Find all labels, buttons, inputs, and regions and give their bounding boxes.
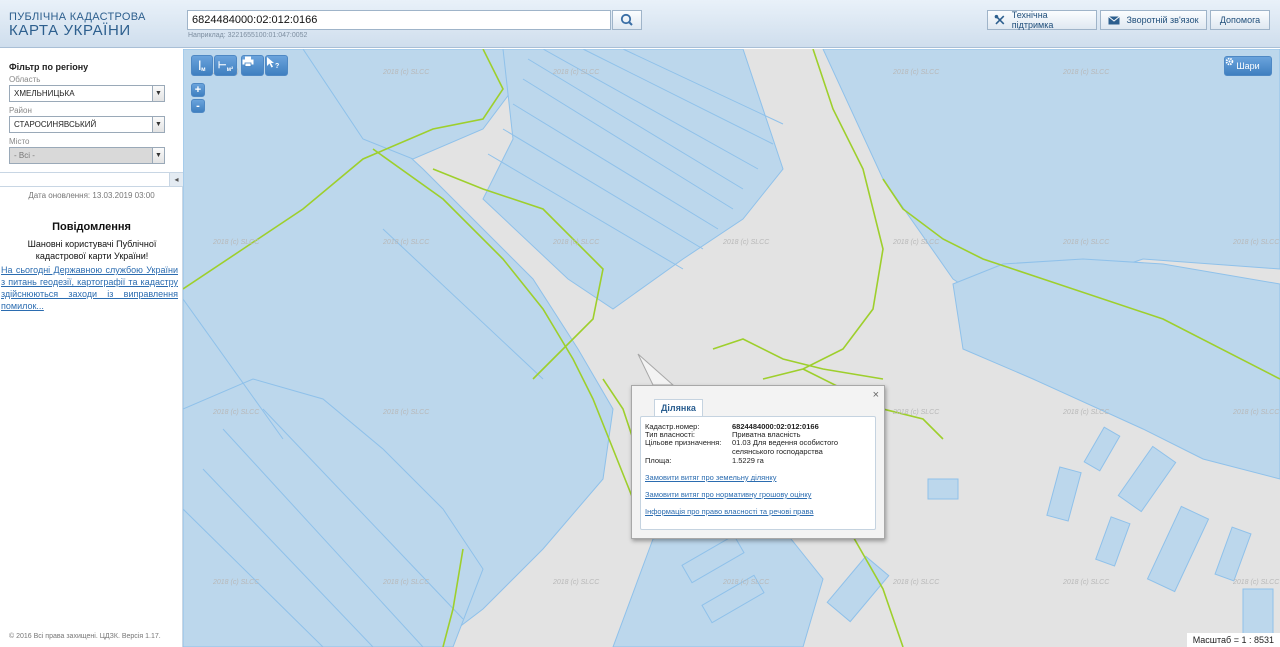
plus-icon: + xyxy=(194,84,202,96)
watermark-text: 2018 (c) SLCC xyxy=(212,579,260,586)
watermark-text: 2018 (c) SLCC xyxy=(722,239,770,246)
watermark-text: 2018 (c) SLCC xyxy=(552,579,600,586)
collapse-bar: ◂ xyxy=(0,172,183,187)
rayon-label: Район xyxy=(9,106,32,115)
ownership-info-link[interactable]: Інформація про право власності та речові… xyxy=(645,507,814,516)
watermark-text: 2018 (c) SLCC xyxy=(382,409,430,416)
notice-link[interactable]: На сьогодні Державною службою України з … xyxy=(1,264,178,312)
scale-indicator: Масштаб = 1 : 8531 xyxy=(1186,633,1280,647)
notice-text: Шановні користувачі Публічної кадастрово… xyxy=(27,239,157,261)
chevron-down-icon: ▼ xyxy=(152,86,164,101)
ruler-tool[interactable]: | м xyxy=(191,55,213,76)
city-select[interactable]: - Всі - ▼ xyxy=(9,147,165,164)
city-label: Місто xyxy=(9,137,30,146)
left-panel: Фільтр по регіону Область ХМЕЛЬНИЦЬКА ▼ … xyxy=(0,49,183,647)
search-button[interactable] xyxy=(612,10,642,30)
purpose-label: Цільове призначення: xyxy=(645,438,722,447)
tab-parcel[interactable]: Ділянка xyxy=(654,399,703,416)
watermark-text: 2018 (c) SLCC xyxy=(382,69,430,76)
watermark-text: 2018 (c) SLCC xyxy=(212,409,260,416)
layers-button[interactable]: Шари xyxy=(1224,56,1272,76)
feedback-button[interactable]: Зворотній зв'язок xyxy=(1100,10,1207,30)
feedback-label: Зворотній зв'язок xyxy=(1126,15,1199,25)
update-date: Дата оновлення: 13.03.2019 03:00 xyxy=(28,191,155,200)
cadastral-map[interactable]: 2018 (c) SLCC 2018 (c) SLCC 2018 (c) SLC… xyxy=(183,49,1280,647)
watermark-text: 2018 (c) SLCC xyxy=(892,409,940,416)
watermark-text: 2018 (c) SLCC xyxy=(552,69,600,76)
popup-body: Кадастр.номер: 6824484000:02:012:0166 Ти… xyxy=(640,416,876,530)
watermark-text: 2018 (c) SLCC xyxy=(892,579,940,586)
support-button[interactable]: Технічна підтримка xyxy=(987,10,1097,30)
watermark-text: 2018 (c) SLCC xyxy=(552,239,600,246)
envelope-icon xyxy=(1108,15,1121,24)
chevron-down-icon: ▼ xyxy=(152,148,164,163)
oblast-value: ХМЕЛЬНИЦЬКА xyxy=(14,89,75,98)
map-view[interactable]: 2018 (c) SLCC 2018 (c) SLCC 2018 (c) SLC… xyxy=(183,49,1280,647)
watermark-text: 2018 (c) SLCC xyxy=(1232,409,1280,416)
ruler-unit: м xyxy=(201,66,206,73)
identify-tool[interactable]: ? xyxy=(265,55,288,76)
watermark-text: 2018 (c) SLCC xyxy=(1062,409,1110,416)
search-hint: Наприклад: 3221655100:01:047:0052 xyxy=(188,32,308,39)
area-value: 1.5229 га xyxy=(732,456,764,465)
area-icon: ⊢ xyxy=(217,60,227,71)
zoom-in-button[interactable]: + xyxy=(191,83,205,97)
rayon-select[interactable]: СТАРОСИНЯВСЬКИЙ ▼ xyxy=(9,116,165,133)
watermark-text: 2018 (c) SLCC xyxy=(382,579,430,586)
watermark-text: 2018 (c) SLCC xyxy=(1232,239,1280,246)
gear-icon xyxy=(1225,57,1234,66)
watermark-text: 2018 (c) SLCC xyxy=(1232,579,1280,586)
notice-title: Повідомлення xyxy=(52,221,131,233)
region-filter: Фільтр по регіону Область ХМЕЛЬНИЦЬКА ▼ … xyxy=(0,49,183,187)
zoom-out-button[interactable]: - xyxy=(191,99,205,113)
support-label: Технічна підтримка xyxy=(1011,10,1054,30)
purpose-value: 01.03 Для ведення особистого селянського… xyxy=(732,438,839,456)
printer-icon xyxy=(242,56,254,67)
parcel-popup: × Ділянка Кадастр.номер: 6824484000:02:0… xyxy=(631,385,885,539)
order-valuation-link[interactable]: Замовити витяг про нормативну грошову оц… xyxy=(645,490,811,499)
watermark-text: 2018 (c) SLCC xyxy=(1062,579,1110,586)
search-icon xyxy=(620,13,633,26)
layers-label: Шари xyxy=(1236,61,1260,71)
area-label: Площа: xyxy=(645,456,672,465)
minus-icon: - xyxy=(196,100,200,112)
oblast-label: Область xyxy=(9,75,41,84)
area-tool[interactable]: ⊢ м² xyxy=(214,55,237,76)
watermark-text: 2018 (c) SLCC xyxy=(1062,239,1110,246)
area-unit: м² xyxy=(226,66,234,73)
oblast-select[interactable]: ХМЕЛЬНИЦЬКА ▼ xyxy=(9,85,165,102)
watermark-text: 2018 (c) SLCC xyxy=(892,239,940,246)
svg-text:?: ? xyxy=(275,63,279,69)
chevron-down-icon: ▼ xyxy=(152,117,164,132)
filter-title: Фільтр по регіону xyxy=(9,62,89,72)
logo-line2: КАРТА УКРАЇНИ xyxy=(9,22,131,39)
help-label: Допомога xyxy=(1219,15,1261,25)
city-value: - Всі - xyxy=(14,151,35,160)
order-extract-link[interactable]: Замовити витяг про земельну ділянку xyxy=(645,473,777,482)
header: ПУБЛІЧНА КАДАСТРОВА КАРТА УКРАЇНИ Наприк… xyxy=(0,0,1280,48)
tools-icon xyxy=(994,14,1005,25)
watermark-text: 2018 (c) SLCC xyxy=(382,239,430,246)
copyright: © 2016 Всі права захищені. ЦДЗК. Версія … xyxy=(9,633,161,640)
print-button[interactable] xyxy=(241,55,264,76)
watermark-text: 2018 (c) SLCC xyxy=(892,69,940,76)
help-button[interactable]: Допомога xyxy=(1210,10,1270,30)
watermark-text: 2018 (c) SLCC xyxy=(1062,69,1110,76)
cursor-question-icon: ? xyxy=(267,57,279,69)
rayon-value: СТАРОСИНЯВСЬКИЙ xyxy=(14,120,97,129)
logo[interactable]: ПУБЛІЧНА КАДАСТРОВА КАРТА УКРАЇНИ xyxy=(9,11,146,39)
close-icon[interactable]: × xyxy=(873,389,879,401)
watermark-text: 2018 (c) SLCC xyxy=(722,579,770,586)
watermark-text: 2018 (c) SLCC xyxy=(212,239,260,246)
search-input[interactable] xyxy=(187,10,611,30)
collapse-button[interactable]: ◂ xyxy=(169,173,183,186)
